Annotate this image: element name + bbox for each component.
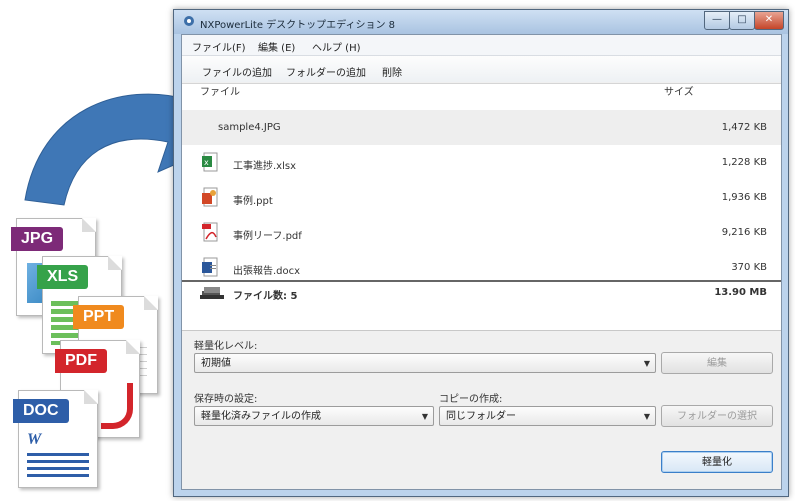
pdf-file-icon (202, 222, 218, 242)
file-size: 1,228 KB (721, 157, 767, 168)
maximize-button[interactable]: □ (729, 11, 755, 30)
column-header-file[interactable]: ファイル (200, 84, 240, 102)
client-area: ファイル(F) 編集 (E) ヘルプ (H) ファイルの追加 フォルダーの追加 … (181, 34, 782, 490)
powerpoint-file-icon (202, 187, 218, 207)
page-fold (144, 296, 158, 310)
save-setting-label: 保存時の設定: (194, 394, 258, 405)
svg-text:x: x (204, 158, 209, 167)
file-count: ファイル数: 5 (233, 291, 298, 302)
file-name: 出張報告.docx (233, 266, 301, 277)
menu-edit[interactable]: 編集 (E) (258, 39, 295, 54)
nxpowerlite-window: NXPowerLite デスクトップエディション 8 — □ ✕ ファイル(F)… (173, 9, 789, 497)
jpg-badge: JPG (11, 227, 64, 251)
close-button[interactable]: ✕ (754, 11, 784, 30)
save-setting-select[interactable]: 軽量化済みファイルの作成 ▼ (194, 406, 434, 426)
compression-level-value: 初期値 (201, 358, 231, 369)
ppt-badge: PPT (73, 305, 125, 329)
file-size: 1,472 KB (721, 122, 767, 133)
title-bar[interactable]: NXPowerLite デスクトップエディション 8 — □ ✕ (174, 10, 788, 34)
summary-row: ファイル数: 5 13.90 MB (182, 280, 781, 306)
file-size: 9,216 KB (721, 227, 767, 238)
toolbar: ファイルの追加 フォルダーの追加 削除 (182, 56, 781, 82)
xls-badge: XLS (37, 265, 89, 289)
pdf-badge: PDF (55, 349, 107, 373)
app-icon (184, 16, 194, 26)
file-name: 事例.ppt (233, 196, 273, 207)
word-file-icon (202, 257, 218, 277)
file-list[interactable]: ファイル サイズ sample4.JPG 1,472 KB x 工事進捗.xls… (182, 83, 781, 331)
excel-file-icon: x (202, 152, 218, 172)
file-name: sample4.JPG (218, 122, 281, 133)
list-item[interactable]: sample4.JPG 1,472 KB (182, 110, 781, 145)
doc-document-icon: DOC W (13, 390, 98, 488)
page-fold (108, 256, 122, 270)
word-logo: W (27, 431, 42, 448)
total-size: 13.90 MB (714, 287, 767, 298)
stack-files-icon (200, 287, 224, 299)
file-name: 事例リーフ.pdf (233, 231, 302, 242)
menu-bar: ファイル(F) 編集 (E) ヘルプ (H) (182, 35, 781, 56)
list-item[interactable]: x 工事進捗.xlsx 1,228 KB (182, 145, 781, 180)
select-folder-button[interactable]: フォルダーの選択 (661, 405, 773, 427)
file-size: 1,936 KB (721, 192, 767, 203)
edit-button[interactable]: 編集 (661, 352, 773, 374)
compression-level-select[interactable]: 初期値 ▼ (194, 353, 656, 373)
copy-setting-label: コピーの作成: (439, 394, 503, 405)
add-folder-button[interactable]: フォルダーの追加 (286, 64, 366, 79)
add-files-button[interactable]: ファイルの追加 (202, 64, 272, 79)
menu-file[interactable]: ファイル(F) (192, 39, 246, 54)
page-fold (82, 218, 96, 232)
delete-button[interactable]: 削除 (382, 64, 402, 79)
menu-help[interactable]: ヘルプ (H) (312, 39, 361, 54)
optimize-button[interactable]: 軽量化 (661, 451, 773, 473)
dropdown-arrow-icon: ▼ (643, 412, 650, 421)
pdf-red-swoosh (101, 383, 133, 429)
column-header-size[interactable]: サイズ (664, 84, 694, 102)
page-fold (126, 340, 140, 354)
doc-badge: DOC (13, 399, 69, 423)
doc-lines (27, 453, 89, 479)
copy-setting-select[interactable]: 同じフォルダー ▼ (439, 406, 656, 426)
page-fold (84, 390, 98, 404)
file-size: 370 KB (731, 262, 767, 273)
dropdown-arrow-icon: ▼ (643, 359, 650, 368)
list-item[interactable]: 事例.ppt 1,936 KB (182, 180, 781, 215)
copy-setting-value: 同じフォルダー (446, 411, 516, 422)
list-item[interactable]: 事例リーフ.pdf 9,216 KB (182, 215, 781, 250)
window-title: NXPowerLite デスクトップエディション 8 (200, 20, 396, 31)
save-setting-value: 軽量化済みファイルの作成 (201, 411, 321, 422)
minimize-button[interactable]: — (704, 11, 730, 30)
file-name: 工事進捗.xlsx (233, 161, 297, 172)
dropdown-arrow-icon: ▼ (421, 412, 428, 421)
compression-level-label: 軽量化レベル: (194, 341, 258, 352)
